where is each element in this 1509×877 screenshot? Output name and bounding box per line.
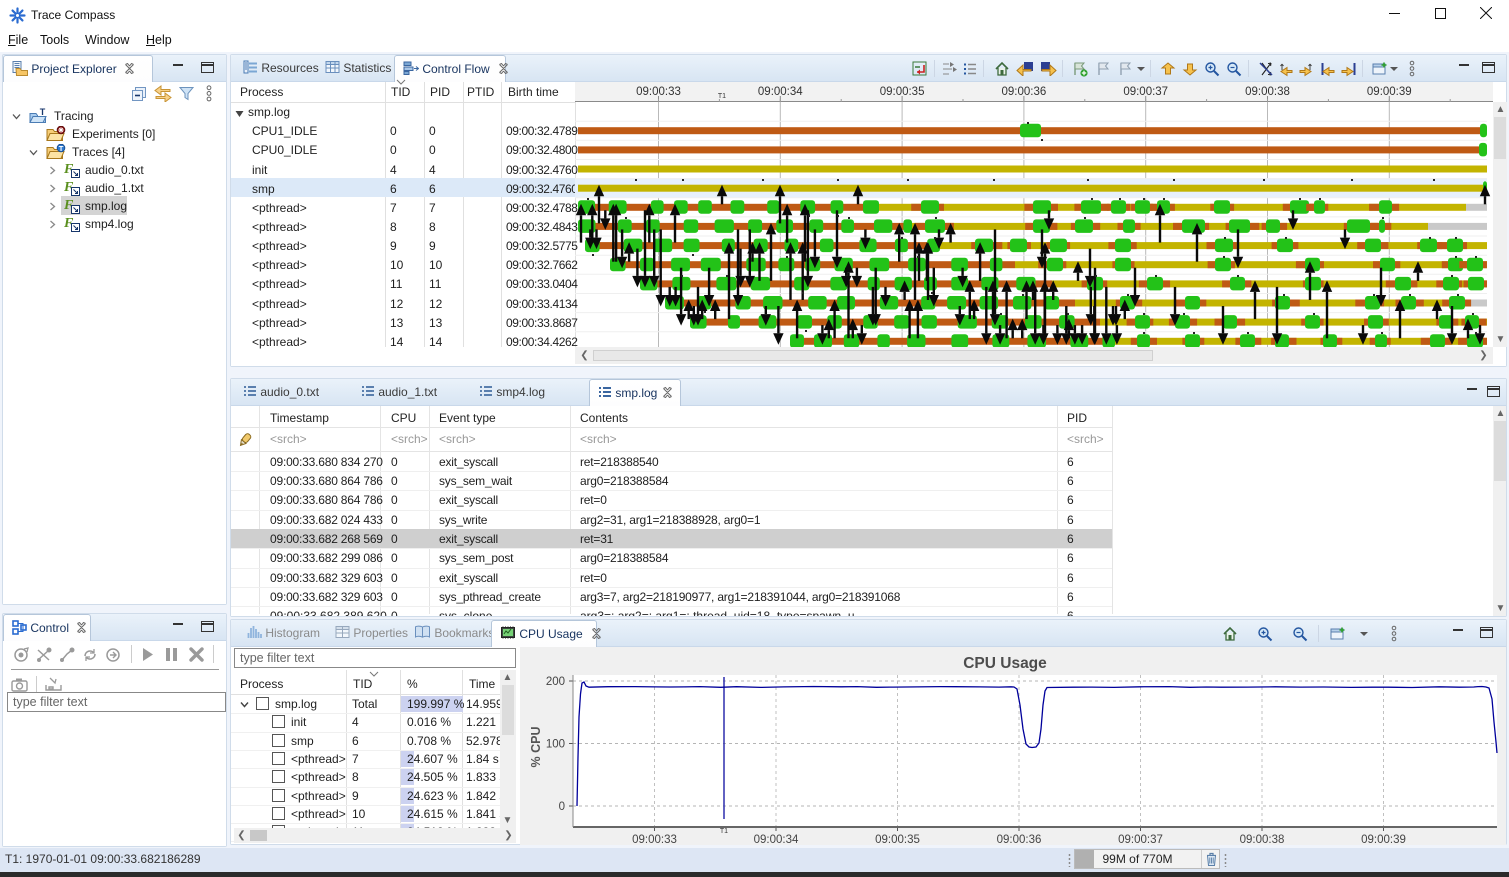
- svg-text:0: 0: [559, 801, 565, 813]
- svg-text:200: 200: [546, 676, 565, 688]
- svg-text:T1: T1: [718, 93, 726, 100]
- svg-text:T1: T1: [720, 828, 728, 835]
- svg-text:09:00:36: 09:00:36: [997, 834, 1042, 845]
- svg-text:09:00:35: 09:00:35: [875, 834, 920, 845]
- svg-text:CPU Usage: CPU Usage: [963, 655, 1047, 672]
- svg-text:100: 100: [546, 739, 565, 751]
- svg-text:09:00:33: 09:00:33: [632, 834, 677, 845]
- svg-text:09:00:34: 09:00:34: [754, 834, 799, 845]
- svg-text:T: T: [40, 108, 46, 117]
- svg-text:% CPU: % CPU: [529, 727, 543, 768]
- svg-text:09:00:39: 09:00:39: [1361, 834, 1406, 845]
- svg-text:T: T: [59, 144, 64, 153]
- svg-text:09:00:37: 09:00:37: [1118, 834, 1163, 845]
- svg-text:09:00:38: 09:00:38: [1240, 834, 1285, 845]
